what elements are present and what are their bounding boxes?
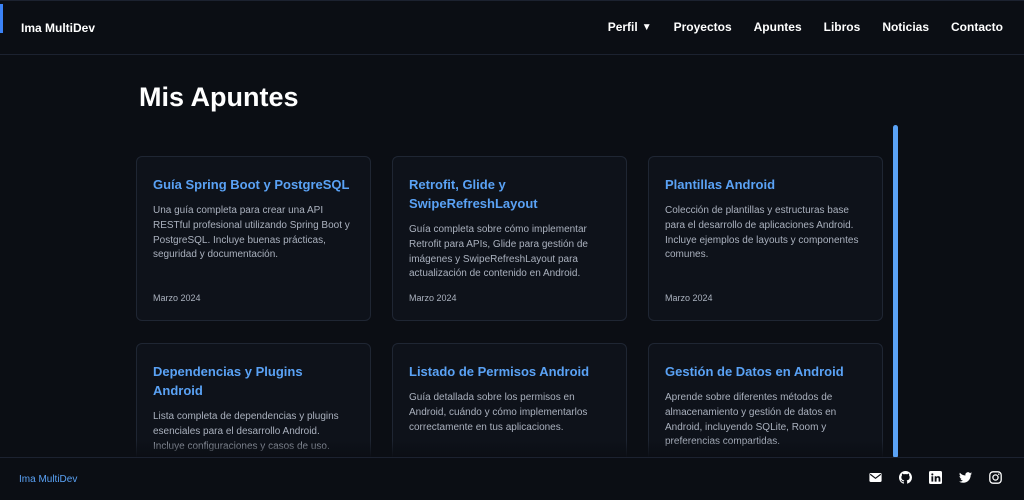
card-description: Colección de plantillas y estructuras ba… <box>665 205 859 261</box>
note-card-retrofit[interactable]: Retrofit, Glide y SwipeRefreshLayout Guí… <box>392 156 627 321</box>
scrollbar-thumb[interactable] <box>893 125 898 458</box>
card-date: Marzo 2024 <box>153 293 201 303</box>
main-nav: Perfil ▼ Proyectos Apuntes Libros Notici… <box>608 20 1003 34</box>
page-title: Mis Apuntes <box>139 82 299 112</box>
email-icon[interactable] <box>869 471 882 484</box>
top-navbar: Ima MultiDev Perfil ▼ Proyectos Apuntes … <box>0 0 1024 55</box>
nav-item-noticias[interactable]: Noticias <box>882 20 929 34</box>
card-description: Guía completa sobre cómo implementar Ret… <box>409 224 588 280</box>
nav-item-label: Perfil <box>607 20 638 34</box>
card-title[interactable]: Dependencias y Plugins Android <box>153 362 354 400</box>
card-date: Marzo 2024 <box>665 293 713 303</box>
github-icon[interactable] <box>899 471 912 484</box>
note-card-spring-boot[interactable]: Guía Spring Boot y PostgreSQL Una guía c… <box>136 156 371 321</box>
nav-item-contacto[interactable]: Contacto <box>951 20 1003 34</box>
chevron-down-icon: ▼ <box>641 21 652 33</box>
card-title[interactable]: Gestión de Datos en Android <box>665 362 866 381</box>
nav-item-libros[interactable]: Libros <box>824 20 861 34</box>
card-title[interactable]: Retrofit, Glide y SwipeRefreshLayout <box>409 175 610 213</box>
linkedin-icon[interactable] <box>929 471 942 484</box>
instagram-icon[interactable] <box>989 471 1002 484</box>
card-title[interactable]: Guía Spring Boot y PostgreSQL <box>153 175 354 194</box>
twitter-icon[interactable] <box>959 471 972 484</box>
footer: Ima MultiDev <box>0 457 1024 500</box>
footer-brand[interactable]: Ima MultiDev <box>19 474 77 485</box>
social-links <box>869 471 1002 484</box>
card-title[interactable]: Listado de Permisos Android <box>409 362 610 381</box>
content-fade <box>0 440 1024 458</box>
accent-bar <box>0 4 3 33</box>
nav-item-perfil[interactable]: Perfil ▼ <box>608 20 652 34</box>
brand-logo-text[interactable]: Ima MultiDev <box>21 21 95 35</box>
card-description: Guía detallada sobre los permisos en And… <box>409 392 588 433</box>
note-card-plantillas[interactable]: Plantillas Android Colección de plantill… <box>648 156 883 321</box>
card-date: Marzo 2024 <box>409 293 457 303</box>
card-description: Una guía completa para crear una API RES… <box>153 205 350 261</box>
nav-item-proyectos[interactable]: Proyectos <box>674 20 732 34</box>
card-title[interactable]: Plantillas Android <box>665 175 866 194</box>
nav-item-apuntes[interactable]: Apuntes <box>754 20 802 34</box>
